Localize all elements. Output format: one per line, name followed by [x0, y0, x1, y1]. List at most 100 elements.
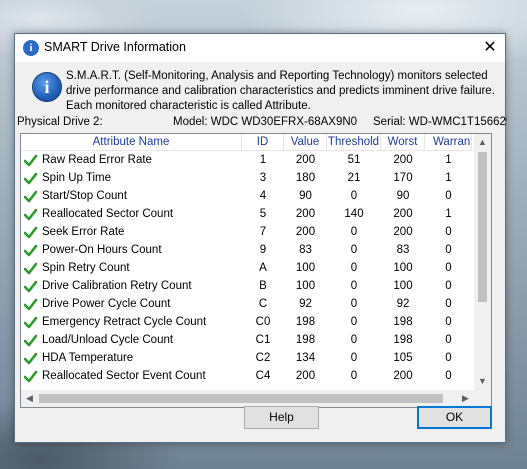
attribute-id-cell: 4: [259, 190, 267, 202]
column-header-threshold[interactable]: Threshold: [327, 134, 381, 151]
attribute-value-cell: 198: [295, 316, 316, 328]
table-row[interactable]: Raw Read Error Rate 1 200 51 200 1: [21, 152, 491, 170]
attribute-warranty-cell: 0: [445, 370, 452, 382]
table-row[interactable]: Power-On Hours Count 9 83 0 83 0: [21, 242, 491, 260]
scroll-right-icon[interactable]: ▶: [457, 390, 474, 407]
attribute-warranty-cell: 0: [445, 298, 452, 310]
attribute-threshold-cell: 140: [344, 208, 364, 220]
attribute-threshold-cell: 21: [347, 172, 361, 184]
attribute-id-cell: C4: [255, 370, 271, 382]
attribute-worst-cell: 83: [396, 244, 410, 256]
table-row[interactable]: Load/Unload Cycle Count C1 198 0 198 0: [21, 332, 491, 350]
attribute-value-cell: 90: [299, 190, 312, 202]
green-check-icon: [24, 334, 37, 347]
vertical-scrollbar[interactable]: ▲ ▼: [474, 134, 491, 390]
attribute-id-cell: C0: [255, 316, 271, 328]
table-row[interactable]: Reallocated Sector Event Count C4 200 0 200 0: [21, 368, 491, 386]
attribute-list[interactable]: Attribute Name ID Value Threshold Worst …: [20, 133, 492, 408]
drive-serial: Serial: WD-WMC1T1566296: [373, 116, 507, 128]
attribute-id-cell: 9: [259, 244, 267, 256]
green-check-icon: [24, 262, 37, 275]
green-check-icon: [24, 154, 37, 167]
horizontal-scroll-thumb[interactable]: [39, 394, 443, 403]
table-row[interactable]: Emergency Retract Cycle Count C0 198 0 198 0: [21, 314, 491, 332]
attribute-threshold-cell: 0: [350, 280, 358, 292]
scroll-up-icon[interactable]: ▲: [474, 134, 491, 151]
attribute-name-cell: Drive Calibration Retry Count: [42, 280, 192, 292]
attribute-threshold-cell: 0: [350, 334, 358, 346]
table-body: Raw Read Error Rate 1 200 51 200 1 Spin Up Tim…: [21, 152, 491, 386]
attribute-worst-cell: 100: [393, 262, 413, 274]
attribute-value-cell: 200: [295, 154, 316, 166]
table-row[interactable]: Drive Power Cycle Count C 92 0 92 0: [21, 296, 491, 314]
attribute-worst-cell: 200: [393, 226, 413, 238]
attribute-warranty-cell: 0: [445, 352, 452, 364]
attribute-name-cell: Spin Up Time: [42, 172, 112, 184]
title-bar[interactable]: i SMART Drive Information ✕: [15, 34, 505, 62]
attribute-name-cell: Reallocated Sector Count: [42, 208, 174, 220]
attribute-threshold-cell: 0: [350, 370, 358, 382]
attribute-value-cell: 180: [295, 172, 316, 184]
attribute-id-cell: 5: [259, 208, 267, 220]
green-check-icon: [24, 172, 37, 185]
attribute-worst-cell: 198: [393, 316, 413, 328]
attribute-warranty-cell: 0: [445, 262, 452, 274]
attribute-warranty-cell: 0: [445, 244, 452, 256]
smart-description: S.M.A.R.T. (Self-Monitoring, Analysis an…: [66, 70, 495, 112]
attribute-value-cell: 100: [295, 280, 316, 292]
ok-button[interactable]: OK: [417, 406, 492, 429]
attribute-value-cell: 198: [295, 334, 316, 346]
column-header-id[interactable]: ID: [242, 134, 284, 151]
green-check-icon: [24, 352, 37, 365]
attribute-worst-cell: 100: [393, 280, 413, 292]
close-button[interactable]: ✕: [479, 37, 501, 59]
attribute-name-cell: Drive Power Cycle Count: [42, 298, 171, 310]
table-row[interactable]: Reallocated Sector Count 5 200 140 200 1: [21, 206, 491, 224]
attribute-name-cell: Start/Stop Count: [42, 190, 128, 202]
vertical-scroll-thumb[interactable]: [478, 152, 487, 302]
attribute-threshold-cell: 0: [350, 226, 358, 238]
attribute-name-cell: Seek Error Rate: [42, 226, 125, 238]
attribute-value-cell: 100: [295, 262, 316, 274]
attribute-warranty-cell: 0: [445, 190, 452, 202]
attribute-value-cell: 92: [299, 298, 312, 310]
table-row[interactable]: Spin Retry Count A 100 0 100 0: [21, 260, 491, 278]
attribute-threshold-cell: 0: [350, 298, 358, 310]
attribute-threshold-cell: 0: [350, 262, 358, 274]
green-check-icon: [24, 280, 37, 293]
attribute-worst-cell: 90: [396, 190, 410, 202]
help-button[interactable]: Help: [244, 406, 319, 429]
column-header-worst[interactable]: Worst: [381, 134, 425, 151]
attribute-id-cell: A: [259, 262, 267, 274]
table-row[interactable]: Start/Stop Count 4 90 0 90 0: [21, 188, 491, 206]
green-check-icon: [24, 208, 37, 221]
attribute-name-cell: Reallocated Sector Event Count: [42, 370, 206, 382]
attribute-id-cell: 1: [259, 154, 267, 166]
column-header-value[interactable]: Value: [284, 134, 327, 151]
horizontal-scrollbar[interactable]: ◀ ▶: [21, 390, 491, 407]
attribute-worst-cell: 92: [396, 298, 410, 310]
attribute-value-cell: 200: [295, 370, 316, 382]
scroll-left-icon[interactable]: ◀: [21, 390, 38, 407]
attribute-name-cell: Spin Retry Count: [42, 262, 130, 274]
column-header-attribute-name[interactable]: Attribute Name: [21, 134, 242, 151]
attribute-id-cell: B: [259, 280, 267, 292]
table-row[interactable]: Spin Up Time 3 180 21 170 1: [21, 170, 491, 188]
smart-dialog: i SMART Drive Information ✕ i S.M.A.R.T.…: [14, 33, 507, 443]
attribute-worst-cell: 105: [393, 352, 413, 364]
attribute-warranty-cell: 0: [445, 226, 452, 238]
attribute-warranty-cell: 0: [445, 280, 452, 292]
table-row[interactable]: HDA Temperature C2 134 0 105 0: [21, 350, 491, 368]
green-check-icon: [24, 316, 37, 329]
column-header-warranty[interactable]: Warranty: [425, 134, 472, 151]
scroll-down-icon[interactable]: ▼: [474, 373, 491, 390]
attribute-worst-cell: 200: [393, 154, 413, 166]
attribute-value-cell: 200: [295, 226, 316, 238]
table-row[interactable]: Drive Calibration Retry Count B 100 0 100 0: [21, 278, 491, 296]
info-icon: i: [32, 72, 62, 102]
table-row[interactable]: Seek Error Rate 7 200 0 200 0: [21, 224, 491, 242]
green-check-icon: [24, 190, 37, 203]
attribute-value-cell: 200: [295, 208, 316, 220]
attribute-warranty-cell: 1: [445, 172, 452, 184]
attribute-id-cell: 3: [259, 172, 267, 184]
